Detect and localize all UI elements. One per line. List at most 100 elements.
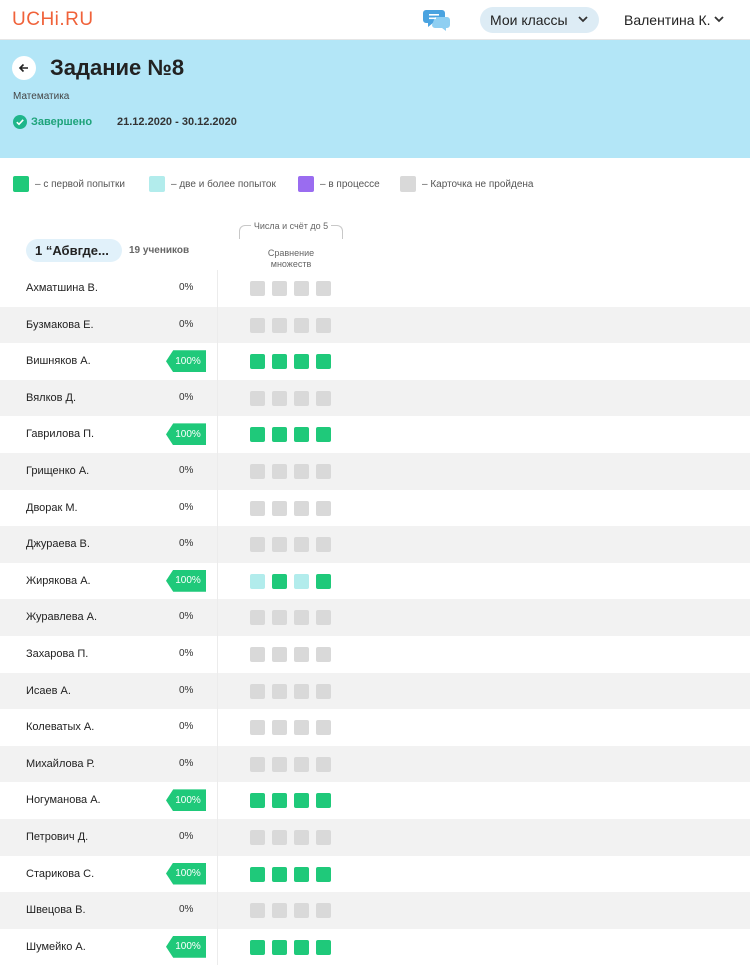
- card-status-cell[interactable]: [294, 537, 309, 553]
- card-status-cell[interactable]: [250, 829, 265, 845]
- card-status-cell[interactable]: [316, 939, 331, 955]
- uchi-logo[interactable]: UCHi.RU: [12, 9, 94, 31]
- card-status-cell[interactable]: [294, 683, 309, 699]
- table-row[interactable]: Михайлова Р. 0%: [0, 745, 750, 783]
- card-status-cell[interactable]: [294, 573, 309, 589]
- card-status-cell[interactable]: [272, 939, 287, 955]
- card-status-cell[interactable]: [294, 281, 309, 296]
- student-name[interactable]: Старикова С.: [26, 868, 94, 880]
- card-status-cell[interactable]: [316, 683, 331, 699]
- table-row[interactable]: Захарова П. 0%: [0, 635, 750, 673]
- card-status-cell[interactable]: [294, 317, 309, 333]
- user-menu-button[interactable]: Валентина К.: [624, 12, 711, 28]
- student-name[interactable]: Петрович Д.: [26, 831, 88, 843]
- card-status-cell[interactable]: [272, 903, 287, 919]
- card-status-cell[interactable]: [316, 793, 331, 809]
- card-status-cell[interactable]: [316, 427, 331, 443]
- card-status-cell[interactable]: [294, 610, 309, 626]
- card-status-cell[interactable]: [316, 390, 331, 406]
- card-status-cell[interactable]: [272, 317, 287, 333]
- card-status-cell[interactable]: [272, 390, 287, 406]
- card-status-cell[interactable]: [250, 683, 265, 699]
- card-status-cell[interactable]: [272, 793, 287, 809]
- card-status-cell[interactable]: [250, 281, 265, 296]
- chevron-down-icon[interactable]: [713, 13, 725, 25]
- card-status-cell[interactable]: [272, 354, 287, 370]
- card-status-cell[interactable]: [272, 720, 287, 736]
- student-name[interactable]: Шумейко А.: [26, 941, 86, 953]
- card-status-cell[interactable]: [250, 317, 265, 333]
- card-status-cell[interactable]: [294, 939, 309, 955]
- card-status-cell[interactable]: [294, 646, 309, 662]
- card-status-cell[interactable]: [272, 463, 287, 479]
- card-status-cell[interactable]: [294, 903, 309, 919]
- student-name[interactable]: Грищенко А.: [26, 465, 89, 477]
- table-row[interactable]: Журавлева А. 0%: [0, 599, 750, 636]
- student-name[interactable]: Захарова П.: [26, 648, 88, 660]
- student-name[interactable]: Михайлова Р.: [26, 758, 95, 770]
- student-name[interactable]: Жирякова А.: [26, 575, 91, 587]
- student-name[interactable]: Дворак М.: [26, 502, 78, 514]
- table-row[interactable]: Вялков Д. 0%: [0, 379, 750, 417]
- card-status-cell[interactable]: [316, 354, 331, 370]
- card-status-cell[interactable]: [316, 537, 331, 553]
- card-status-cell[interactable]: [272, 281, 287, 296]
- card-status-cell[interactable]: [272, 646, 287, 662]
- card-status-cell[interactable]: [316, 646, 331, 662]
- card-status-cell[interactable]: [272, 866, 287, 882]
- student-name[interactable]: Бузмакова Е.: [26, 319, 94, 331]
- table-row[interactable]: Исаев А. 0%: [0, 672, 750, 710]
- card-status-cell[interactable]: [272, 427, 287, 443]
- card-status-cell[interactable]: [316, 903, 331, 919]
- student-name[interactable]: Вишняков А.: [26, 355, 91, 367]
- table-row[interactable]: Жирякова А. 100%: [0, 562, 750, 600]
- student-name[interactable]: Исаев А.: [26, 685, 71, 697]
- table-row[interactable]: Дворак М. 0%: [0, 489, 750, 527]
- table-row[interactable]: Джураева В. 0%: [0, 526, 750, 563]
- card-status-cell[interactable]: [316, 756, 331, 772]
- card-status-cell[interactable]: [316, 500, 331, 516]
- card-status-cell[interactable]: [250, 390, 265, 406]
- student-name[interactable]: Гаврилова П.: [26, 428, 94, 440]
- card-status-cell[interactable]: [250, 646, 265, 662]
- card-status-cell[interactable]: [272, 537, 287, 553]
- table-row[interactable]: Ахматшина В. 0%: [0, 270, 750, 307]
- table-row[interactable]: Грищенко А. 0%: [0, 452, 750, 490]
- card-status-cell[interactable]: [294, 354, 309, 370]
- card-status-cell[interactable]: [272, 756, 287, 772]
- table-row[interactable]: Старикова С. 100%: [0, 855, 750, 893]
- chat-icon[interactable]: [423, 8, 451, 32]
- table-row[interactable]: Шумейко А. 100%: [0, 928, 750, 966]
- student-name[interactable]: Джураева В.: [26, 538, 90, 550]
- card-status-cell[interactable]: [316, 463, 331, 479]
- card-status-cell[interactable]: [250, 756, 265, 772]
- card-status-cell[interactable]: [294, 500, 309, 516]
- table-row[interactable]: Петрович Д. 0%: [0, 818, 750, 856]
- card-status-cell[interactable]: [250, 573, 265, 589]
- student-name[interactable]: Журавлева А.: [26, 611, 97, 623]
- card-title[interactable]: Сравнение множеств: [240, 248, 342, 270]
- card-status-cell[interactable]: [294, 829, 309, 845]
- card-status-cell[interactable]: [250, 354, 265, 370]
- table-row[interactable]: Швецова В. 0%: [0, 892, 750, 929]
- card-status-cell[interactable]: [272, 500, 287, 516]
- card-status-cell[interactable]: [250, 500, 265, 516]
- card-status-cell[interactable]: [250, 610, 265, 626]
- back-button[interactable]: [12, 56, 36, 80]
- card-status-cell[interactable]: [250, 537, 265, 553]
- student-name[interactable]: Ахматшина В.: [26, 282, 98, 294]
- card-status-cell[interactable]: [316, 281, 331, 296]
- card-status-cell[interactable]: [294, 463, 309, 479]
- student-name[interactable]: Швецова В.: [26, 904, 86, 916]
- card-status-cell[interactable]: [294, 793, 309, 809]
- card-status-cell[interactable]: [294, 866, 309, 882]
- table-row[interactable]: Вишняков А. 100%: [0, 343, 750, 380]
- card-status-cell[interactable]: [316, 610, 331, 626]
- card-status-cell[interactable]: [316, 866, 331, 882]
- card-status-cell[interactable]: [316, 573, 331, 589]
- card-status-cell[interactable]: [294, 427, 309, 443]
- card-status-cell[interactable]: [272, 829, 287, 845]
- card-status-cell[interactable]: [316, 720, 331, 736]
- student-name[interactable]: Ногуманова А.: [26, 794, 101, 806]
- class-selector[interactable]: 1 “Абвгде...: [26, 239, 122, 262]
